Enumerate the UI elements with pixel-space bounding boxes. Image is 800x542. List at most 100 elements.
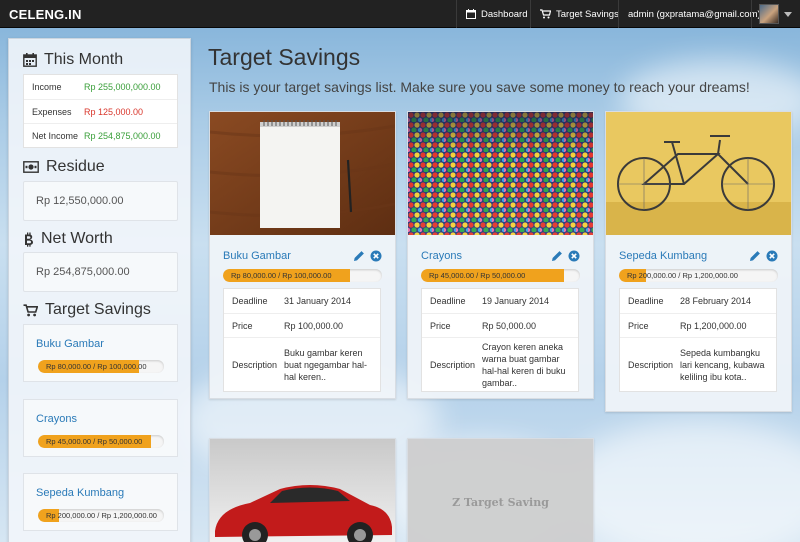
avatar[interactable] — [759, 4, 779, 24]
cart-icon — [23, 303, 38, 316]
table-row: Price Rp 50,000.00 — [422, 313, 578, 337]
sidebar-target-item[interactable]: Sepeda Kumbang Rp 200,000.00 / Rp 1,200,… — [23, 473, 178, 531]
this-month-heading: This Month — [23, 51, 123, 69]
residue-heading: Residue — [23, 158, 105, 176]
brand-logo[interactable]: CELENG.IN — [9, 7, 82, 22]
income-value: Rp 255,000,000.00 — [84, 82, 161, 92]
nav-divider — [530, 0, 531, 28]
price-label: Price — [628, 320, 649, 331]
page-title: Target Savings — [208, 44, 361, 70]
income-label: Income — [32, 82, 62, 92]
progress-text: Rp 200,000.00 / Rp 1,200,000.00 — [46, 511, 157, 520]
progress-bar: Rp 200,000.00 / Rp 1,200,000.00 — [619, 269, 778, 282]
top-navbar: CELENG.IN Dashboard Target Savings admin… — [0, 0, 800, 28]
price-label: Price — [232, 320, 253, 331]
progress-bar: Rp 80,000.00 / Rp 100,000.00 — [223, 269, 382, 282]
page-subtitle: This is your target savings list. Make s… — [209, 79, 750, 95]
target-name[interactable]: Buku Gambar — [223, 250, 291, 262]
progress-bar: Rp 45,000.00 / Rp 50,000.00 — [421, 269, 580, 282]
delete-icon[interactable] — [568, 250, 580, 262]
description-label: Description — [430, 359, 476, 370]
cart-icon — [540, 9, 551, 19]
net-income-label: Net Income — [32, 130, 79, 141]
target-savings-title: Target Savings — [45, 301, 151, 318]
description-label: Description — [628, 359, 674, 370]
user-menu-label[interactable]: admin (gxpratama@gmail.com) — [628, 0, 761, 28]
price-value: Rp 50,000.00 — [482, 320, 537, 331]
target-card — [209, 438, 396, 542]
table-row: Deadline 19 January 2014 — [422, 289, 578, 313]
progress-bar: Rp 80,000.00 / Rp 100,000.00 — [38, 360, 164, 373]
target-savings-heading: Target Savings — [23, 301, 151, 319]
table-row: Income Rp 255,000,000.00 — [24, 75, 177, 99]
target-card: Crayons Rp 45,000.00 / Rp 50,000.00 Dead… — [407, 111, 594, 399]
expenses-value: Rp 125,000.00 — [84, 106, 144, 117]
residue-card: Rp 12,550,000.00 — [23, 181, 178, 221]
edit-icon[interactable] — [551, 250, 563, 262]
progress-text: Rp 80,000.00 / Rp 100,000.00 — [46, 362, 147, 371]
progress-text: Rp 80,000.00 / Rp 100,000.00 — [231, 271, 332, 280]
residue-title: Residue — [46, 158, 105, 175]
sketchbook-photo — [210, 112, 395, 235]
table-row: Price Rp 1,200,000.00 — [620, 313, 776, 337]
crayons-photo — [408, 112, 593, 235]
target-name[interactable]: Sepeda Kumbang — [619, 250, 707, 262]
price-label: Price — [430, 320, 451, 331]
target-card: Sepeda Kumbang Rp 200,000.00 / Rp 1,200,… — [605, 111, 792, 412]
net-worth-value: Rp 254,875,000.00 — [36, 266, 130, 278]
nav-dashboard[interactable]: Dashboard — [466, 0, 527, 28]
description-value: Sepeda kumbangku lari kencang, kubawa ke… — [680, 347, 765, 382]
money-icon — [23, 161, 39, 173]
residue-value: Rp 12,550,000.00 — [36, 195, 124, 207]
edit-icon[interactable] — [353, 250, 365, 262]
delete-icon[interactable] — [766, 250, 778, 262]
sidebar: This Month Income Rp 255,000,000.00 Expen… — [8, 38, 191, 542]
edit-icon[interactable] — [749, 250, 761, 262]
table-row: Description Crayon keren aneka warna buat… — [422, 337, 578, 391]
sidebar-target-name[interactable]: Buku Gambar — [36, 338, 104, 350]
description-value: Buku gambar keren buat ngegambar hal-hal… — [284, 347, 368, 382]
deadline-label: Deadline — [232, 296, 268, 306]
bitcoin-icon — [25, 232, 33, 247]
calendar-icon — [466, 9, 476, 19]
target-name[interactable]: Crayons — [421, 250, 462, 262]
this-month-title: This Month — [44, 51, 124, 68]
net-income-value: Rp 254,875,000.00 — [84, 130, 161, 141]
net-worth-heading: Net Worth — [23, 230, 113, 248]
sidebar-target-item[interactable]: Crayons Rp 45,000.00 / Rp 50,000.00 — [23, 399, 178, 457]
progress-text: Rp 45,000.00 / Rp 50,000.00 — [46, 437, 143, 446]
deadline-value: 28 February 2014 — [680, 296, 752, 306]
price-value: Rp 1,200,000.00 — [680, 320, 747, 331]
sidebar-target-name[interactable]: Sepeda Kumbang — [36, 487, 124, 499]
sidebar-target-name[interactable]: Crayons — [36, 413, 77, 425]
placeholder-text: Z Target Saving — [452, 496, 549, 509]
table-row: Net Income Rp 254,875,000.00 — [24, 123, 177, 147]
sidebar-target-item[interactable]: Buku Gambar Rp 80,000.00 / Rp 100,000.00 — [23, 324, 178, 382]
description-value: Crayon keren aneka warna buat gambar hal… — [482, 341, 566, 388]
nav-divider — [456, 0, 457, 28]
description-label: Description — [232, 359, 278, 370]
progress-text: Rp 45,000.00 / Rp 50,000.00 — [429, 271, 526, 280]
expenses-label: Expenses — [32, 106, 72, 117]
nav-target-savings-label: Target Savings — [556, 8, 619, 20]
target-card: Buku Gambar Rp 80,000.00 / Rp 100,000.00… — [209, 111, 396, 399]
net-worth-card: Rp 254,875,000.00 — [23, 252, 178, 292]
progress-text: Rp 200,000.00 / Rp 1,200,000.00 — [627, 271, 738, 280]
progress-bar: Rp 45,000.00 / Rp 50,000.00 — [38, 435, 164, 448]
table-row: Price Rp 100,000.00 — [224, 313, 380, 337]
deadline-label: Deadline — [628, 296, 664, 306]
nav-dashboard-label: Dashboard — [481, 8, 528, 20]
price-value: Rp 100,000.00 — [284, 320, 344, 331]
chevron-down-icon[interactable] — [784, 12, 792, 17]
nav-target-savings[interactable]: Target Savings — [540, 0, 619, 28]
table-row: Expenses Rp 125,000.00 — [24, 99, 177, 123]
nav-divider — [751, 0, 752, 28]
progress-bar: Rp 200,000.00 / Rp 1,200,000.00 — [38, 509, 164, 522]
table-row: Deadline 28 February 2014 — [620, 289, 776, 313]
delete-icon[interactable] — [370, 250, 382, 262]
table-row: Description Sepeda kumbangku lari kencang… — [620, 337, 776, 391]
bicycle-photo — [606, 112, 791, 235]
deadline-value: 31 January 2014 — [284, 296, 352, 306]
target-details-table: Deadline 31 January 2014 Price Rp 100,000.… — [223, 288, 381, 392]
nav-divider — [618, 0, 619, 28]
